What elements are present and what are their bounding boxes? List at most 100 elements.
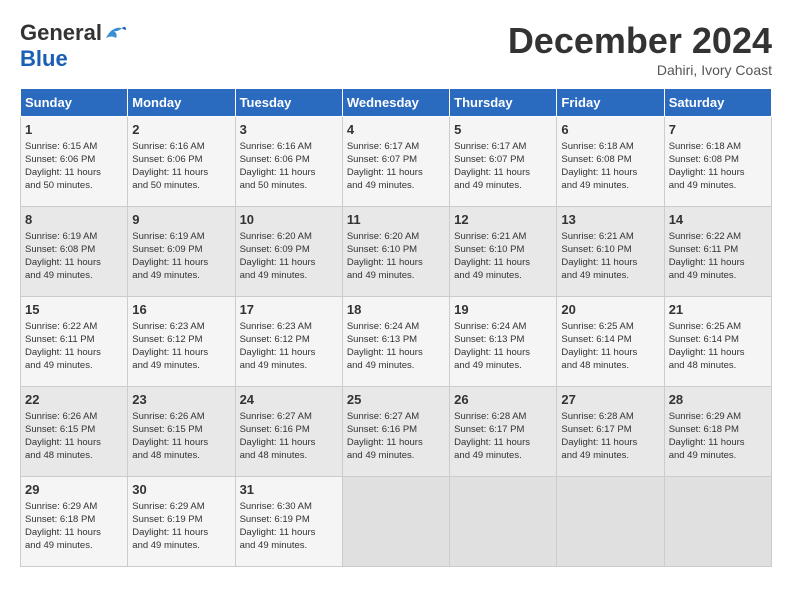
day-number: 27	[561, 391, 659, 409]
calendar-header-row: SundayMondayTuesdayWednesdayThursdayFrid…	[21, 89, 772, 117]
day-info: Sunrise: 6:28 AM Sunset: 6:17 PM Dayligh…	[454, 411, 552, 462]
logo-blue: Blue	[20, 46, 68, 72]
day-info: Sunrise: 6:21 AM Sunset: 6:10 PM Dayligh…	[454, 231, 552, 282]
calendar-day-cell: 8 Sunrise: 6:19 AM Sunset: 6:08 PM Daylig…	[21, 207, 128, 297]
day-of-week-header: Friday	[557, 89, 664, 117]
day-number: 28	[669, 391, 767, 409]
day-info: Sunrise: 6:16 AM Sunset: 6:06 PM Dayligh…	[240, 141, 338, 192]
day-info: Sunrise: 6:18 AM Sunset: 6:08 PM Dayligh…	[669, 141, 767, 192]
day-number: 25	[347, 391, 445, 409]
calendar-day-cell: 5 Sunrise: 6:17 AM Sunset: 6:07 PM Daylig…	[450, 117, 557, 207]
day-number: 19	[454, 301, 552, 319]
day-number: 9	[132, 211, 230, 229]
day-info: Sunrise: 6:15 AM Sunset: 6:06 PM Dayligh…	[25, 141, 123, 192]
day-of-week-header: Sunday	[21, 89, 128, 117]
calendar-body: 1 Sunrise: 6:15 AM Sunset: 6:06 PM Daylig…	[21, 117, 772, 567]
day-number: 6	[561, 121, 659, 139]
day-number: 21	[669, 301, 767, 319]
calendar-day-cell: 22 Sunrise: 6:26 AM Sunset: 6:15 PM Dayli…	[21, 387, 128, 477]
calendar-day-cell: 13 Sunrise: 6:21 AM Sunset: 6:10 PM Dayli…	[557, 207, 664, 297]
calendar-day-cell: 28 Sunrise: 6:29 AM Sunset: 6:18 PM Dayli…	[664, 387, 771, 477]
day-number: 13	[561, 211, 659, 229]
calendar-day-cell: 15 Sunrise: 6:22 AM Sunset: 6:11 PM Dayli…	[21, 297, 128, 387]
day-info: Sunrise: 6:26 AM Sunset: 6:15 PM Dayligh…	[25, 411, 123, 462]
page-header: General Blue December 2024 Dahiri, Ivory…	[20, 20, 772, 78]
day-info: Sunrise: 6:19 AM Sunset: 6:08 PM Dayligh…	[25, 231, 123, 282]
day-info: Sunrise: 6:22 AM Sunset: 6:11 PM Dayligh…	[669, 231, 767, 282]
calendar-day-cell: 6 Sunrise: 6:18 AM Sunset: 6:08 PM Daylig…	[557, 117, 664, 207]
calendar-day-cell: 4 Sunrise: 6:17 AM Sunset: 6:07 PM Daylig…	[342, 117, 449, 207]
day-number: 1	[25, 121, 123, 139]
day-number: 3	[240, 121, 338, 139]
day-number: 12	[454, 211, 552, 229]
day-info: Sunrise: 6:24 AM Sunset: 6:13 PM Dayligh…	[347, 321, 445, 372]
day-info: Sunrise: 6:25 AM Sunset: 6:14 PM Dayligh…	[561, 321, 659, 372]
day-info: Sunrise: 6:23 AM Sunset: 6:12 PM Dayligh…	[132, 321, 230, 372]
location-label: Dahiri, Ivory Coast	[508, 62, 772, 78]
day-of-week-header: Saturday	[664, 89, 771, 117]
day-info: Sunrise: 6:24 AM Sunset: 6:13 PM Dayligh…	[454, 321, 552, 372]
day-info: Sunrise: 6:19 AM Sunset: 6:09 PM Dayligh…	[132, 231, 230, 282]
calendar-day-cell: 31Sunrise: 6:30 AM Sunset: 6:19 PM Dayli…	[235, 477, 342, 567]
title-area: December 2024 Dahiri, Ivory Coast	[508, 20, 772, 78]
calendar-week-row: 22 Sunrise: 6:26 AM Sunset: 6:15 PM Dayli…	[21, 387, 772, 477]
day-number: 10	[240, 211, 338, 229]
day-number: 5	[454, 121, 552, 139]
day-info: Sunrise: 6:27 AM Sunset: 6:16 PM Dayligh…	[347, 411, 445, 462]
day-of-week-header: Thursday	[450, 89, 557, 117]
day-number: 2	[132, 121, 230, 139]
month-year-title: December 2024	[508, 20, 772, 62]
day-info: Sunrise: 6:29 AM Sunset: 6:18 PM Dayligh…	[25, 501, 123, 552]
calendar-week-row: 29Sunrise: 6:29 AM Sunset: 6:18 PM Dayli…	[21, 477, 772, 567]
calendar-day-cell: 11Sunrise: 6:20 AM Sunset: 6:10 PM Dayli…	[342, 207, 449, 297]
logo: General Blue	[20, 20, 126, 72]
calendar-day-cell: 18 Sunrise: 6:24 AM Sunset: 6:13 PM Dayli…	[342, 297, 449, 387]
calendar-week-row: 8 Sunrise: 6:19 AM Sunset: 6:08 PM Daylig…	[21, 207, 772, 297]
calendar-day-cell	[557, 477, 664, 567]
day-number: 4	[347, 121, 445, 139]
day-info: Sunrise: 6:21 AM Sunset: 6:10 PM Dayligh…	[561, 231, 659, 282]
day-number: 14	[669, 211, 767, 229]
day-info: Sunrise: 6:20 AM Sunset: 6:10 PM Dayligh…	[347, 231, 445, 282]
day-number: 18	[347, 301, 445, 319]
day-number: 22	[25, 391, 123, 409]
day-number: 16	[132, 301, 230, 319]
day-number: 17	[240, 301, 338, 319]
day-info: Sunrise: 6:29 AM Sunset: 6:18 PM Dayligh…	[669, 411, 767, 462]
day-info: Sunrise: 6:16 AM Sunset: 6:06 PM Dayligh…	[132, 141, 230, 192]
calendar-day-cell: 16 Sunrise: 6:23 AM Sunset: 6:12 PM Dayli…	[128, 297, 235, 387]
calendar-day-cell: 12 Sunrise: 6:21 AM Sunset: 6:10 PM Dayli…	[450, 207, 557, 297]
calendar-day-cell: 26 Sunrise: 6:28 AM Sunset: 6:17 PM Dayli…	[450, 387, 557, 477]
calendar-day-cell: 20Sunrise: 6:25 AM Sunset: 6:14 PM Dayli…	[557, 297, 664, 387]
calendar-day-cell: 1 Sunrise: 6:15 AM Sunset: 6:06 PM Daylig…	[21, 117, 128, 207]
day-number: 24	[240, 391, 338, 409]
calendar-day-cell: 27 Sunrise: 6:28 AM Sunset: 6:17 PM Dayli…	[557, 387, 664, 477]
day-info: Sunrise: 6:17 AM Sunset: 6:07 PM Dayligh…	[454, 141, 552, 192]
calendar-day-cell: 10Sunrise: 6:20 AM Sunset: 6:09 PM Dayli…	[235, 207, 342, 297]
day-info: Sunrise: 6:28 AM Sunset: 6:17 PM Dayligh…	[561, 411, 659, 462]
day-info: Sunrise: 6:22 AM Sunset: 6:11 PM Dayligh…	[25, 321, 123, 372]
calendar-day-cell: 2 Sunrise: 6:16 AM Sunset: 6:06 PM Daylig…	[128, 117, 235, 207]
logo-general: General	[20, 20, 102, 46]
calendar-week-row: 15 Sunrise: 6:22 AM Sunset: 6:11 PM Dayli…	[21, 297, 772, 387]
day-number: 15	[25, 301, 123, 319]
day-info: Sunrise: 6:18 AM Sunset: 6:08 PM Dayligh…	[561, 141, 659, 192]
calendar-day-cell: 19 Sunrise: 6:24 AM Sunset: 6:13 PM Dayli…	[450, 297, 557, 387]
day-number: 26	[454, 391, 552, 409]
calendar-day-cell: 23Sunrise: 6:26 AM Sunset: 6:15 PM Dayli…	[128, 387, 235, 477]
day-number: 7	[669, 121, 767, 139]
day-info: Sunrise: 6:27 AM Sunset: 6:16 PM Dayligh…	[240, 411, 338, 462]
calendar-day-cell: 9 Sunrise: 6:19 AM Sunset: 6:09 PM Daylig…	[128, 207, 235, 297]
day-number: 8	[25, 211, 123, 229]
day-info: Sunrise: 6:26 AM Sunset: 6:15 PM Dayligh…	[132, 411, 230, 462]
calendar-day-cell: 3 Sunrise: 6:16 AM Sunset: 6:06 PM Daylig…	[235, 117, 342, 207]
calendar-week-row: 1 Sunrise: 6:15 AM Sunset: 6:06 PM Daylig…	[21, 117, 772, 207]
logo-bird-icon	[104, 24, 126, 42]
calendar-day-cell: 29Sunrise: 6:29 AM Sunset: 6:18 PM Dayli…	[21, 477, 128, 567]
day-info: Sunrise: 6:17 AM Sunset: 6:07 PM Dayligh…	[347, 141, 445, 192]
calendar-day-cell: 21Sunrise: 6:25 AM Sunset: 6:14 PM Dayli…	[664, 297, 771, 387]
day-info: Sunrise: 6:29 AM Sunset: 6:19 PM Dayligh…	[132, 501, 230, 552]
day-of-week-header: Tuesday	[235, 89, 342, 117]
calendar-day-cell	[664, 477, 771, 567]
day-info: Sunrise: 6:30 AM Sunset: 6:19 PM Dayligh…	[240, 501, 338, 552]
